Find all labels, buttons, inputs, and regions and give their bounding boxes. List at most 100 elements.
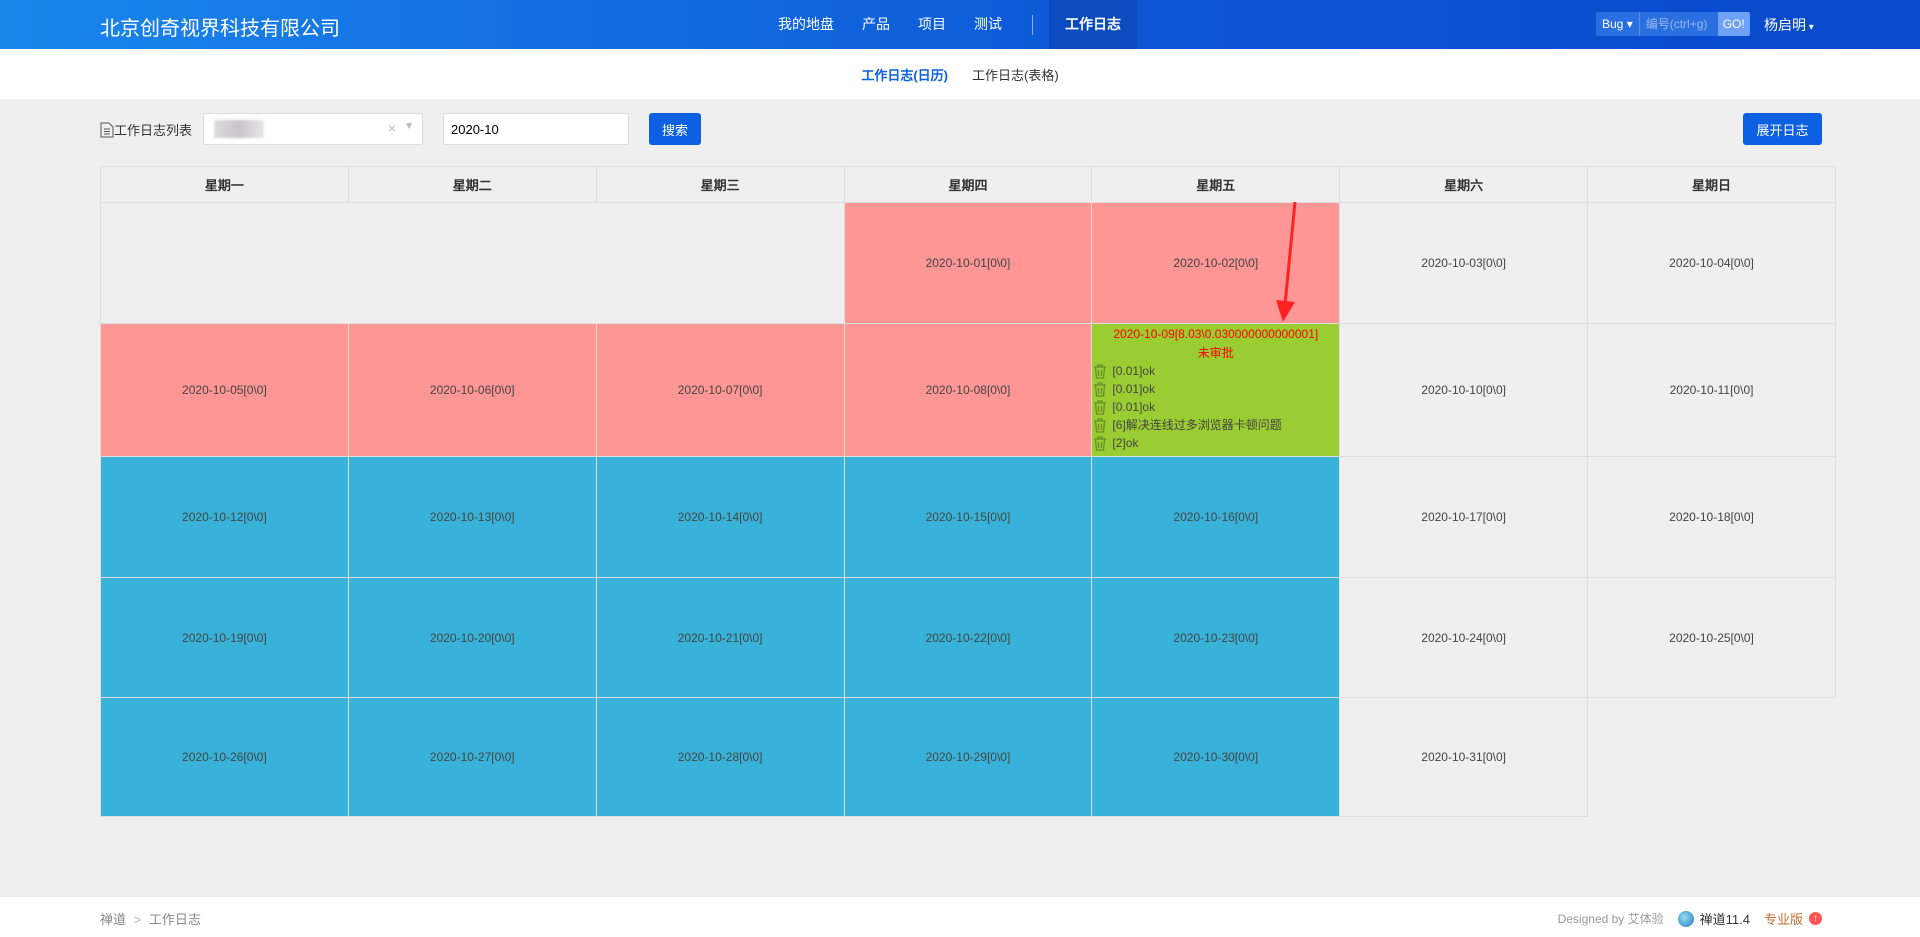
designed-by[interactable]: Designed by 艾体验 xyxy=(1558,910,1664,927)
trash-icon[interactable] xyxy=(1092,363,1108,379)
day-title: 2020-10-09[8.03\0.030000000000001] xyxy=(1113,327,1319,341)
nav-worklog[interactable]: 工作日志 xyxy=(1049,0,1137,49)
log-item: [0.01]ok xyxy=(1092,362,1339,380)
zentao-logo-icon xyxy=(1677,910,1694,927)
trash-icon[interactable] xyxy=(1092,399,1108,415)
main-nav: 我的地盘 产品 项目 测试 工作日志 xyxy=(764,0,1137,49)
weekday-header: 星期六 xyxy=(1339,166,1589,203)
edition-link[interactable]: 专业版 xyxy=(1764,909,1803,928)
trash-icon[interactable] xyxy=(1092,417,1108,433)
day-cell[interactable]: 2020-10-11[0\0] xyxy=(1587,323,1836,457)
weekday-header: 星期四 xyxy=(843,166,1093,203)
blurred-value xyxy=(214,120,264,138)
day-cell[interactable]: 2020-10-24[0\0] xyxy=(1339,577,1589,698)
version-link[interactable]: 禅道11.4 xyxy=(1700,909,1750,928)
day-cell[interactable]: 2020-10-28[0\0] xyxy=(595,697,845,817)
nav-divider xyxy=(1032,14,1033,35)
nav-product[interactable]: 产品 xyxy=(848,0,904,49)
weekday-header: 星期五 xyxy=(1091,166,1341,203)
document-icon xyxy=(100,122,114,137)
day-cell[interactable]: 2020-10-30[0\0] xyxy=(1091,697,1341,817)
breadcrumb-home[interactable]: 禅道 xyxy=(100,912,126,927)
day-cell[interactable]: 2020-10-25[0\0] xyxy=(1587,577,1836,698)
day-cell[interactable]: 2020-10-20[0\0] xyxy=(347,577,597,698)
user-menu[interactable]: 杨启明 ▾ xyxy=(1764,15,1814,35)
day-cell[interactable]: 2020-10-07[0\0] xyxy=(595,323,845,457)
chevron-down-icon: ▾ xyxy=(1806,22,1814,33)
weekday-header: 星期一 xyxy=(100,166,349,203)
search-button[interactable]: 搜索 xyxy=(649,113,701,145)
trash-icon[interactable] xyxy=(1092,435,1108,451)
day-cell[interactable]: 2020-10-15[0\0] xyxy=(843,456,1093,578)
log-item-text: [2]ok xyxy=(1112,436,1139,450)
caret-down-icon: ▼ xyxy=(404,121,414,132)
search-type-dropdown[interactable]: Bug ▾ xyxy=(1596,12,1640,36)
day-cell[interactable]: 2020-10-02[0\0] xyxy=(1091,202,1341,324)
tab-calendar[interactable]: 工作日志(日历) xyxy=(861,65,948,84)
day-cell[interactable]: 2020-10-17[0\0] xyxy=(1339,456,1589,578)
month-input[interactable] xyxy=(443,113,629,145)
day-cell[interactable]: 2020-10-19[0\0] xyxy=(100,577,349,698)
log-item-text: [0.01]ok xyxy=(1112,382,1156,396)
log-item-text: [0.01]ok xyxy=(1112,400,1156,414)
day-cell[interactable]: 2020-10-12[0\0] xyxy=(100,456,349,578)
log-item: [6]解决连线过多浏览器卡顿问题 xyxy=(1092,416,1339,434)
top-navbar: 北京创奇视界科技有限公司 我的地盘 产品 项目 测试 工作日志 Bug ▾ 编号… xyxy=(0,0,1920,49)
breadcrumb-current: 工作日志 xyxy=(148,912,201,927)
calendar-table: 星期一 星期二 星期三 星期四 星期五 星期六 星期日 2020-10-01[0… xyxy=(100,166,1836,817)
search-type-label: Bug xyxy=(1602,17,1624,31)
day-cell[interactable]: 2020-10-21[0\0] xyxy=(595,577,845,698)
id-search-input[interactable]: 编号(ctrl+g) xyxy=(1640,12,1718,36)
empty-cell xyxy=(1587,697,1836,817)
day-cell[interactable]: 2020-10-05[0\0] xyxy=(100,323,349,457)
log-item-text: [6]解决连线过多浏览器卡顿问题 xyxy=(1112,418,1282,432)
nav-test[interactable]: 测试 xyxy=(960,0,1016,49)
day-cell-pending[interactable]: 2020-10-09[8.03\0.030000000000001] 未审批 [… xyxy=(1091,323,1341,457)
list-label-text: 工作日志列表 xyxy=(114,123,193,138)
footer-right: Designed by 艾体验 禅道11.4 专业版 ↑ xyxy=(1558,909,1822,928)
clear-icon[interactable]: × xyxy=(388,120,396,136)
weekday-header: 星期二 xyxy=(347,166,597,203)
day-cell[interactable]: 2020-10-04[0\0] xyxy=(1587,202,1836,324)
tab-table[interactable]: 工作日志(表格) xyxy=(972,65,1059,84)
sub-nav: 工作日志(日历) 工作日志(表格) xyxy=(0,49,1920,99)
day-cell[interactable]: 2020-10-18[0\0] xyxy=(1587,456,1836,578)
quick-search: Bug ▾ 编号(ctrl+g) GO! xyxy=(1596,12,1750,36)
day-cell[interactable]: 2020-10-08[0\0] xyxy=(843,323,1093,457)
worklog-list-label: 工作日志列表 xyxy=(100,120,192,139)
day-cell[interactable]: 2020-10-22[0\0] xyxy=(843,577,1093,698)
empty-cell xyxy=(100,202,845,324)
nav-my[interactable]: 我的地盘 xyxy=(764,0,848,49)
user-name: 杨启明 xyxy=(1764,17,1806,33)
log-item: [0.01]ok xyxy=(1092,398,1339,416)
day-cell[interactable]: 2020-10-31[0\0] xyxy=(1339,697,1589,817)
log-item-text: [0.01]ok xyxy=(1112,364,1156,378)
day-cell[interactable]: 2020-10-06[0\0] xyxy=(347,323,597,457)
breadcrumb-sep: > xyxy=(133,912,142,927)
go-button[interactable]: GO! xyxy=(1717,12,1750,36)
weekday-header: 星期三 xyxy=(595,166,845,203)
day-cell[interactable]: 2020-10-23[0\0] xyxy=(1091,577,1341,698)
day-cell[interactable]: 2020-10-16[0\0] xyxy=(1091,456,1341,578)
day-cell[interactable]: 2020-10-13[0\0] xyxy=(347,456,597,578)
nav-project[interactable]: 项目 xyxy=(904,0,960,49)
day-cell[interactable]: 2020-10-26[0\0] xyxy=(100,697,349,817)
log-item: [0.01]ok xyxy=(1092,380,1339,398)
trash-icon[interactable] xyxy=(1092,381,1108,397)
day-cell[interactable]: 2020-10-14[0\0] xyxy=(595,456,845,578)
brand-name: 北京创奇视界科技有限公司 xyxy=(100,18,340,40)
day-cell[interactable]: 2020-10-01[0\0] xyxy=(843,202,1093,324)
day-cell[interactable]: 2020-10-29[0\0] xyxy=(843,697,1093,817)
day-cell[interactable]: 2020-10-03[0\0] xyxy=(1339,202,1589,324)
log-item: [2]ok xyxy=(1092,434,1339,452)
user-select[interactable]: × ▼ xyxy=(203,113,423,145)
upgrade-icon[interactable]: ↑ xyxy=(1809,912,1822,925)
day-cell[interactable]: 2020-10-10[0\0] xyxy=(1339,323,1589,457)
footer: 禅道 > 工作日志 Designed by 艾体验 禅道11.4 专业版 ↑ xyxy=(0,897,1920,937)
toolbar: 工作日志列表 × ▼ 搜索 展开日志 xyxy=(100,113,1822,145)
expand-log-button[interactable]: 展开日志 xyxy=(1743,113,1822,145)
breadcrumb: 禅道 > 工作日志 xyxy=(100,909,205,928)
day-cell[interactable]: 2020-10-27[0\0] xyxy=(347,697,597,817)
weekday-header: 星期日 xyxy=(1587,166,1836,203)
approval-status: 未审批 xyxy=(1197,346,1234,360)
